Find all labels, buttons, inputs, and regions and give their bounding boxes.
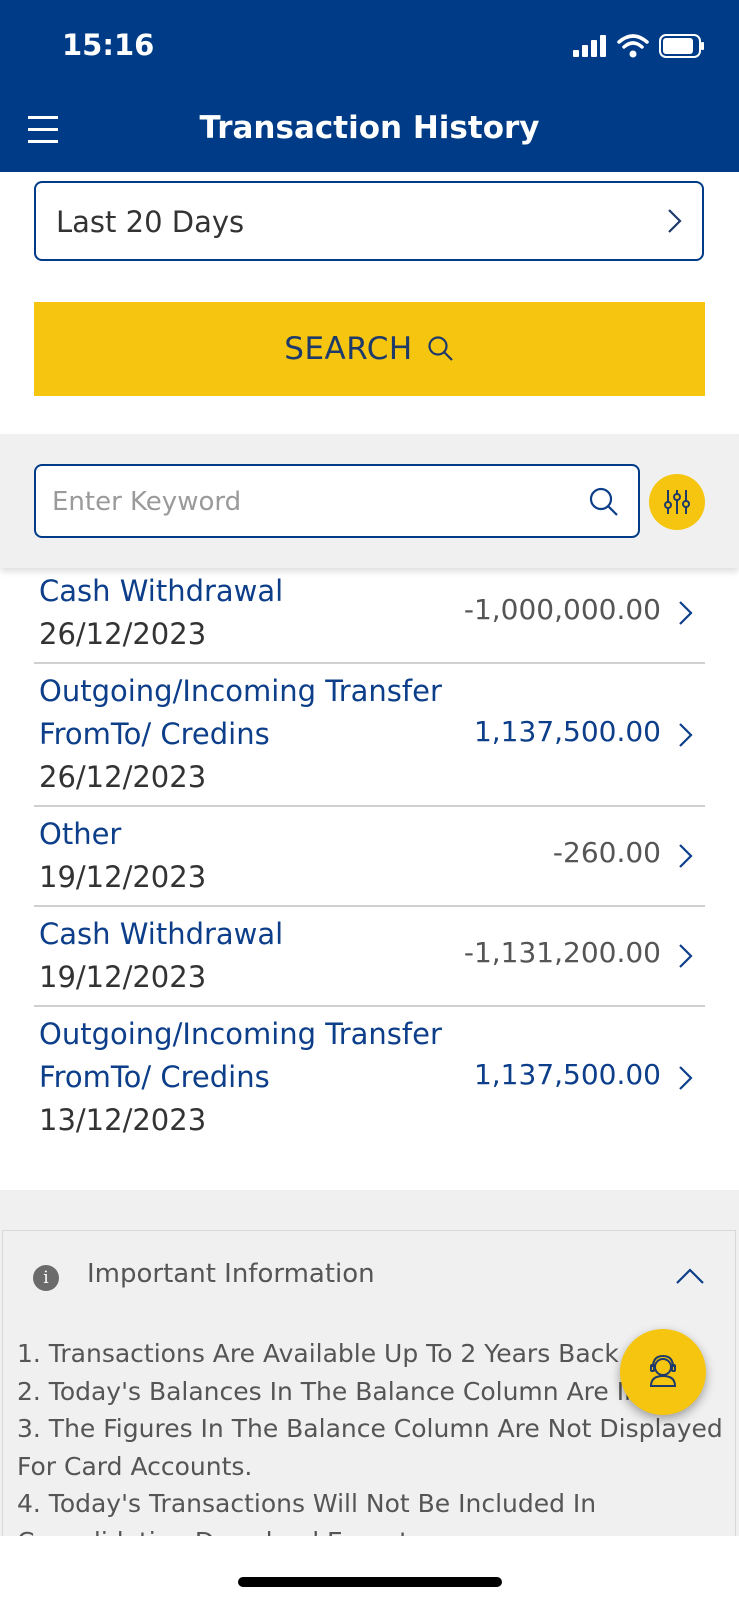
filter-button[interactable] [649, 474, 705, 530]
info-icon: i [33, 1265, 59, 1291]
wifi-icon [617, 34, 649, 58]
important-info-line: 2. Today's Balances In The Balance Colum… [17, 1376, 663, 1406]
search-button-label: SEARCH [284, 331, 413, 367]
status-time: 15:16 [62, 28, 155, 62]
search-icon [428, 336, 453, 361]
transaction-amount: 1,137,500.00 [473, 1057, 661, 1091]
important-info-title: Important Information [87, 1259, 375, 1289]
transaction-row[interactable]: Outgoing/Incoming Transfer FromTo/ Credin… [34, 1007, 705, 1148]
chevron-right-icon [679, 844, 693, 868]
transaction-row[interactable]: Cash Withdrawal 26/12/2023 -1,000,000.00 [34, 570, 705, 664]
support-fab-button[interactable] [620, 1329, 706, 1415]
keyword-input[interactable] [50, 466, 574, 538]
sliders-filter-icon [664, 490, 690, 514]
date-range-value: Last 20 Days [56, 205, 245, 239]
keyword-search-field[interactable] [34, 464, 640, 538]
transaction-title: Outgoing/Incoming Transfer [39, 674, 442, 708]
transaction-amount: 1,137,500.00 [473, 714, 661, 748]
battery-icon [659, 34, 704, 58]
transaction-date: 26/12/2023 [39, 760, 207, 794]
status-icons [573, 34, 705, 58]
transaction-amount: -1,131,200.00 [463, 936, 661, 969]
chevron-right-icon [679, 944, 693, 968]
transaction-amount: -260.00 [552, 836, 661, 869]
home-indicator[interactable] [238, 1577, 502, 1587]
chevron-right-icon [679, 601, 693, 625]
chevron-right-icon [679, 722, 693, 747]
date-range-selector[interactable]: Last 20 Days [34, 181, 704, 261]
home-indicator-area [0, 1536, 739, 1600]
chevron-right-icon [679, 1065, 693, 1090]
chevron-up-icon[interactable] [675, 1267, 705, 1285]
transaction-date: 13/12/2023 [39, 1103, 207, 1137]
important-info-text: 1. Transactions Are Available Up To 2 Ye… [17, 1335, 723, 1549]
search-icon[interactable] [588, 486, 620, 518]
support-agent-icon [649, 1354, 677, 1387]
search-button[interactable]: SEARCH [34, 302, 705, 396]
important-info-line: 1. Transactions Are Available Up To 2 Ye… [17, 1339, 619, 1368]
transaction-row[interactable]: Other 19/12/2023 -260.00 [34, 807, 705, 907]
chevron-right-icon [668, 209, 682, 233]
cellular-signal-icon [573, 35, 606, 57]
transaction-row[interactable]: Cash Withdrawal 19/12/2023 -1,131,200.00 [34, 907, 705, 1007]
important-info-line: 4. Today's Transactions Will Not Be Incl… [17, 1489, 597, 1518]
important-info-line: 3. The Figures In The Balance Column Are… [17, 1414, 723, 1443]
transaction-amount: -1,000,000.00 [463, 593, 661, 626]
app-header: 15:16 Transaction History [0, 0, 739, 172]
transaction-row[interactable]: Outgoing/Incoming Transfer FromTo/ Credin… [34, 664, 705, 807]
transaction-list: Cash Withdrawal 26/12/2023 -1,000,000.00 Ou… [0, 570, 739, 1148]
important-info-line: For Card Accounts. [17, 1451, 253, 1481]
transaction-title: Outgoing/Incoming Transfer [39, 1017, 442, 1051]
page-title: Transaction History [199, 110, 540, 146]
